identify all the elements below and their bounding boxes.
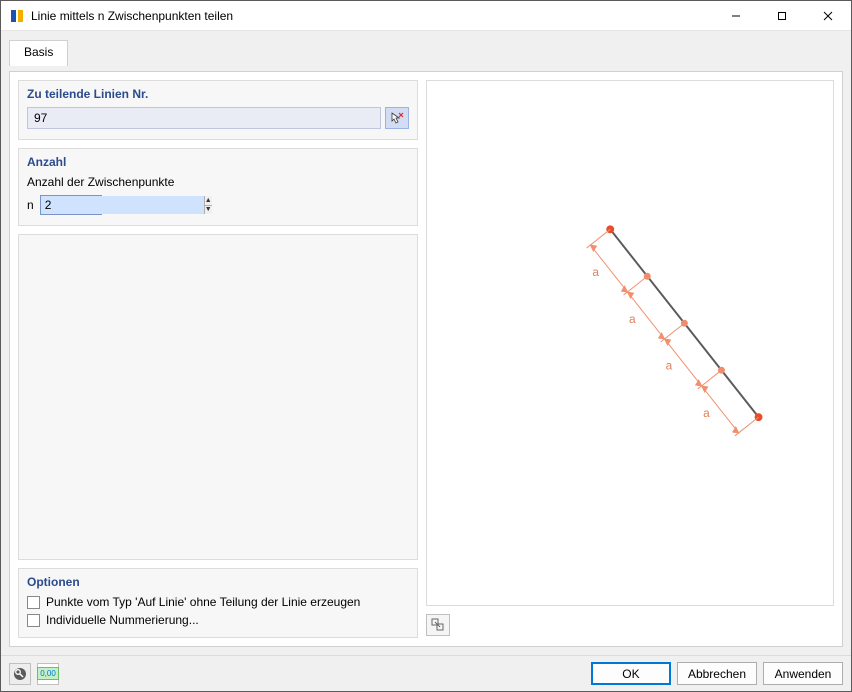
spacer-panel: [18, 234, 418, 560]
help-button[interactable]: [9, 663, 31, 685]
seg-label-4: a: [703, 406, 710, 420]
opt2-label: Individuelle Nummerierung...: [46, 613, 199, 627]
minimize-button[interactable]: [713, 1, 759, 30]
n-spinner[interactable]: ▲ ▼: [40, 195, 102, 215]
spin-down[interactable]: ▼: [205, 205, 212, 215]
count-panel-title: Anzahl: [27, 155, 409, 169]
seg-label-3: a: [666, 359, 673, 373]
seg-label-2: a: [629, 312, 636, 326]
dialog-body: Basis Zu teilende Linien Nr.: [1, 31, 851, 655]
preview-canvas: a a a a: [426, 80, 834, 606]
spin-up[interactable]: ▲: [205, 196, 212, 205]
tab-basis[interactable]: Basis: [9, 40, 68, 66]
lines-panel: Zu teilende Linien Nr.: [18, 80, 418, 140]
units-label: 0,00: [37, 667, 59, 680]
count-subtitle: Anzahl der Zwischenpunkte: [27, 175, 409, 189]
titlebar: Linie mittels n Zwischenpunkten teilen: [1, 1, 851, 31]
preview-toolbar: [426, 612, 834, 638]
dialog-window: Linie mittels n Zwischenpunkten teilen B…: [0, 0, 852, 692]
n-label: n: [27, 198, 34, 212]
app-icon: [9, 8, 25, 24]
units-button[interactable]: 0,00: [37, 663, 59, 685]
lines-input[interactable]: [27, 107, 381, 129]
ok-button[interactable]: OK: [591, 662, 671, 685]
maximize-button[interactable]: [759, 1, 805, 30]
opt2-checkbox[interactable]: [27, 614, 40, 627]
right-column: a a a a: [426, 80, 834, 638]
tabstrip: Basis: [9, 39, 843, 65]
close-button[interactable]: [805, 1, 851, 30]
left-column: Zu teilende Linien Nr. Anzahl: [18, 80, 418, 638]
tab-content: Zu teilende Linien Nr. Anzahl: [9, 71, 843, 647]
lines-panel-title: Zu teilende Linien Nr.: [27, 87, 409, 101]
apply-button[interactable]: Anwenden: [763, 662, 843, 685]
options-title: Optionen: [27, 575, 409, 589]
preview-mode-button[interactable]: [426, 614, 450, 636]
dialog-footer: 0,00 OK Abbrechen Anwenden: [1, 655, 851, 691]
pick-lines-button[interactable]: [385, 107, 409, 129]
options-panel: Optionen Punkte vom Typ 'Auf Linie' ohne…: [18, 568, 418, 638]
opt1-checkbox[interactable]: [27, 596, 40, 609]
seg-label-1: a: [592, 265, 599, 279]
n-input[interactable]: [41, 196, 204, 214]
opt1-label: Punkte vom Typ 'Auf Linie' ohne Teilung …: [46, 595, 360, 609]
cancel-button[interactable]: Abbrechen: [677, 662, 757, 685]
count-panel: Anzahl Anzahl der Zwischenpunkte n ▲ ▼: [18, 148, 418, 226]
window-title: Linie mittels n Zwischenpunkten teilen: [31, 9, 713, 23]
